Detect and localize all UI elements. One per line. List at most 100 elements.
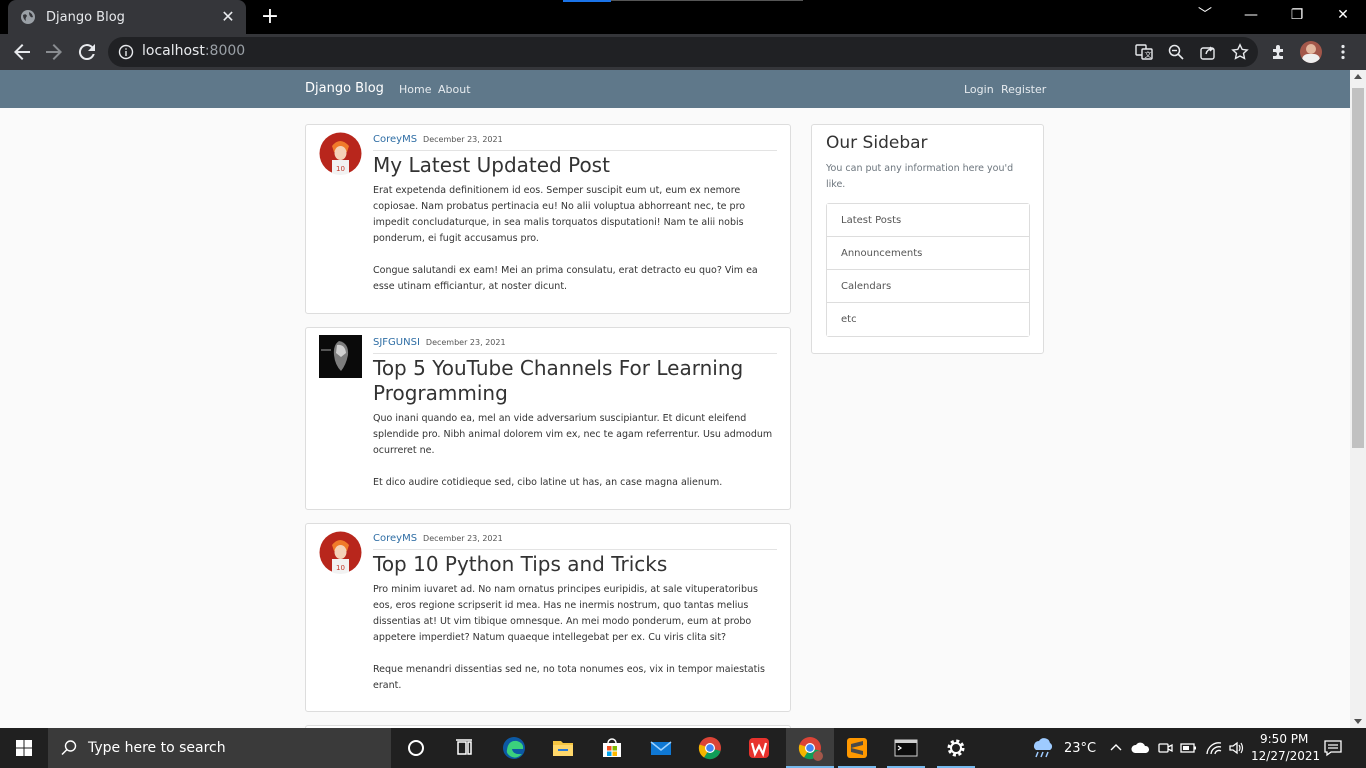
restore-button[interactable]: ❐ (1274, 0, 1320, 30)
post-title[interactable]: My Latest Updated Post (373, 153, 777, 178)
reload-icon[interactable] (75, 40, 99, 64)
chrome-icon[interactable] (694, 732, 726, 764)
clock-date[interactable]: 12/27/2021 (1251, 749, 1320, 763)
browser-titlebar: Django Blog ✕ + ﹀ — ❐ ✕ (0, 0, 1366, 34)
extensions-icon[interactable] (1270, 43, 1288, 61)
post-paragraph: Reque menandri dissentias sed ne, no tot… (373, 664, 765, 691)
search-icon (61, 740, 77, 756)
post-card: 10 CoreyMS December 23, 2021 Top 10 Pytho… (305, 523, 791, 712)
sublime-text-icon[interactable] (841, 732, 873, 764)
sidebar-item-etc[interactable]: etc (827, 303, 1029, 336)
post-date: December 23, 2021 (423, 135, 503, 144)
zoom-icon[interactable] (1167, 43, 1185, 61)
post-paragraph: Pro minim iuvaret ad. No nam ornatus pri… (373, 584, 758, 643)
share-icon[interactable] (1199, 43, 1217, 61)
post-author-link[interactable]: CoreyMS (373, 533, 417, 544)
notification-center-icon[interactable] (1323, 739, 1343, 757)
taskbar-search-box[interactable]: Type here to search (48, 728, 391, 768)
post-title[interactable]: Top 10 Python Tips and Tricks (373, 552, 777, 577)
battery-icon[interactable] (1180, 740, 1198, 756)
tab-search-icon[interactable]: ﹀ (1182, 0, 1228, 30)
post-meta: CoreyMS December 23, 2021 (373, 533, 777, 550)
browser-toolbar: localhost:8000 文 (0, 34, 1366, 70)
post-date: December 23, 2021 (425, 338, 506, 347)
post-content: Erat expetenda definitionem id eos. Semp… (373, 183, 777, 311)
chevron-up-icon[interactable] (1110, 742, 1122, 754)
bookmark-star-icon[interactable] (1231, 43, 1249, 61)
translate-icon[interactable]: 文 (1135, 43, 1153, 61)
post-card: 10 CoreyMS December 23, 2021 My Latest Up… (305, 124, 791, 314)
post-paragraph: Erat expetenda definitionem id eos. Semp… (373, 185, 746, 244)
search-placeholder: Type here to search (88, 740, 226, 756)
weather-rain-icon[interactable] (1030, 738, 1056, 758)
kebab-menu-icon[interactable] (1334, 43, 1352, 61)
forward-arrow-icon[interactable] (42, 40, 66, 64)
minimize-button[interactable]: — (1228, 0, 1274, 30)
post-content: Pro minim iuvaret ad. No nam ornatus pri… (373, 582, 777, 710)
microsoft-store-icon[interactable] (596, 732, 628, 764)
back-arrow-icon[interactable] (10, 40, 34, 64)
new-tab-button[interactable]: + (260, 6, 280, 28)
sidebar-item-latest-posts[interactable]: Latest Posts (827, 204, 1029, 237)
author-avatar[interactable]: 10 (319, 531, 362, 574)
post-author-link[interactable]: SJFGUNSI (373, 337, 420, 348)
site-navbar: Django Blog Home About Login Register (0, 70, 1350, 108)
url-text[interactable]: localhost:8000 (142, 43, 245, 59)
scrollbar-thumb[interactable] (1352, 88, 1364, 448)
cortana-icon[interactable] (400, 732, 432, 764)
tab-close-icon[interactable]: ✕ (220, 9, 236, 25)
chrome-profile-icon[interactable] (794, 732, 826, 764)
sidebar-title: Our Sidebar (826, 133, 928, 153)
post-paragraph: Quo inani quando ea, mel an vide adversa… (373, 413, 773, 456)
address-bar[interactable]: localhost:8000 文 (108, 37, 1258, 67)
globe-icon (21, 10, 35, 24)
post-card: SJFGUNSI December 23, 2021 Top 5 YouTube … (305, 327, 791, 510)
sidebar-description: You can put any information here you'd l… (826, 163, 1014, 190)
post-meta: CoreyMS December 23, 2021 (373, 134, 777, 151)
sidebar-list: Latest Posts Announcements Calendars etc (826, 203, 1030, 337)
clock-time[interactable]: 9:50 PM (1260, 732, 1308, 746)
meet-now-icon[interactable] (1157, 740, 1173, 756)
windows-start-icon[interactable] (0, 728, 48, 768)
svg-text:10: 10 (336, 564, 345, 572)
weather-temperature[interactable]: 23°C (1064, 741, 1096, 756)
task-view-icon[interactable] (448, 732, 480, 764)
post-title[interactable]: Top 5 YouTube Channels For Learning Prog… (373, 356, 777, 406)
windows-taskbar: Type here to search 23°C 9:50 PM 12/27/2… (0, 728, 1366, 768)
site-info-icon[interactable] (118, 44, 134, 60)
browser-tab[interactable]: Django Blog ✕ (8, 0, 246, 34)
post-content: Quo inani quando ea, mel an vide adversa… (373, 411, 777, 507)
scroll-down-arrow-icon[interactable] (1354, 719, 1362, 724)
url-port: :8000 (204, 43, 246, 59)
post-paragraph: Congue salutandi ex eam! Mei an prima co… (373, 265, 758, 292)
sidebar-item-calendars[interactable]: Calendars (827, 270, 1029, 303)
nav-link-home[interactable]: Home (399, 83, 431, 96)
settings-gear-icon[interactable] (940, 732, 972, 764)
terminal-icon[interactable] (890, 732, 922, 764)
wifi-icon[interactable] (1205, 740, 1223, 756)
scroll-up-arrow-icon[interactable] (1354, 74, 1362, 79)
file-explorer-icon[interactable] (547, 732, 579, 764)
author-avatar[interactable] (319, 335, 362, 378)
url-host: localhost (142, 43, 205, 59)
nav-link-login[interactable]: Login (964, 83, 994, 96)
profile-avatar[interactable] (1300, 41, 1322, 63)
author-avatar[interactable]: 10 (319, 132, 362, 175)
onedrive-cloud-icon[interactable] (1131, 740, 1151, 756)
svg-text:文: 文 (1145, 50, 1152, 59)
post-author-link[interactable]: CoreyMS (373, 134, 417, 145)
sidebar-card: Our Sidebar You can put any information … (811, 124, 1044, 354)
navbar-brand[interactable]: Django Blog (305, 81, 384, 96)
volume-icon[interactable] (1228, 740, 1246, 756)
wps-office-icon[interactable] (743, 732, 775, 764)
close-window-button[interactable]: ✕ (1320, 0, 1366, 30)
page-viewport: Django Blog Home About Login Register 10… (0, 70, 1350, 728)
post-meta: SJFGUNSI December 23, 2021 (373, 337, 777, 354)
mail-icon[interactable] (645, 732, 677, 764)
page-scrollbar[interactable] (1350, 70, 1366, 728)
tab-title: Django Blog (46, 9, 125, 25)
nav-link-register[interactable]: Register (1001, 83, 1046, 96)
nav-link-about[interactable]: About (438, 83, 471, 96)
sidebar-item-announcements[interactable]: Announcements (827, 237, 1029, 270)
edge-icon[interactable] (498, 732, 530, 764)
